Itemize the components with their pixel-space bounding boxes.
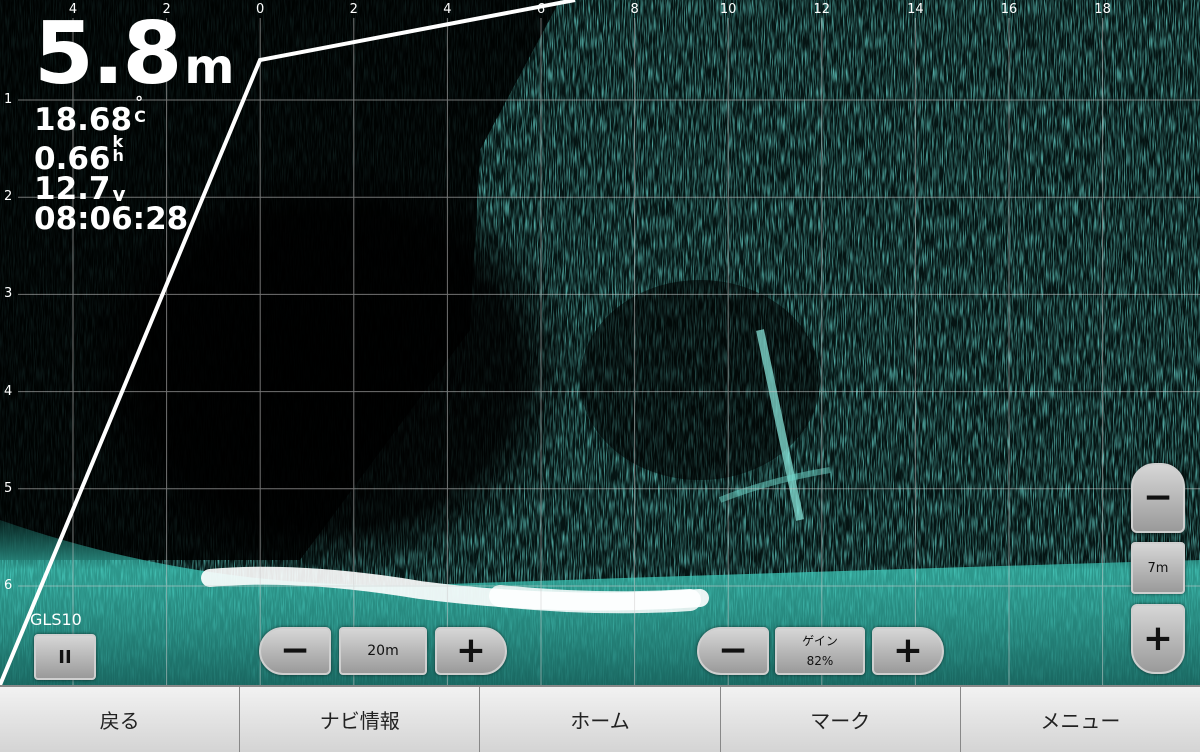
horizontal-tick-label: 10: [719, 2, 737, 17]
readout-panel: 5.8m 18.68 ° C 0.66 k h 12.7 v 08:06:28: [34, 11, 235, 237]
zoom-value: 7m: [1147, 560, 1169, 576]
depth-readout: 5.8m: [34, 11, 235, 97]
voltage-unit: v: [112, 182, 126, 206]
depth-unit: m: [184, 39, 235, 95]
time-readout: 08:06:28: [34, 201, 189, 237]
minus-icon: −: [279, 630, 311, 671]
transducer-source-label: GLS10: [30, 610, 82, 629]
horizontal-tick-label: 14: [907, 2, 924, 17]
horizontal-tick-label: 8: [630, 2, 639, 17]
horizontal-tick-label: 2: [349, 2, 358, 17]
depth-tick-label: 4: [4, 383, 13, 399]
minus-icon: −: [1142, 477, 1174, 518]
plus-icon: +: [892, 630, 924, 671]
range-value: 20m: [367, 643, 399, 659]
temperature-unit: ° C: [134, 93, 146, 126]
menu-button[interactable]: メニュー: [961, 687, 1200, 752]
navi-info-button[interactable]: ナビ情報: [240, 687, 481, 752]
zoom-value-box[interactable]: 7m: [1131, 542, 1185, 594]
depth-tick-label: 3: [4, 286, 13, 302]
horizontal-tick-label: 12: [813, 2, 831, 17]
horizontal-tick-label: 6: [536, 2, 546, 17]
zoom-increase-button[interactable]: +: [1131, 604, 1185, 674]
home-button[interactable]: ホーム: [480, 687, 721, 752]
bottom-nav-bar: 戻る ナビ情報 ホーム マーク メニュー: [0, 685, 1200, 752]
mark-button[interactable]: マーク: [721, 687, 961, 752]
minus-icon: −: [717, 630, 749, 671]
plus-icon: +: [455, 630, 487, 671]
horizontal-tick-label: 16: [1000, 2, 1018, 17]
plus-icon: +: [1142, 618, 1174, 659]
depth-tick-label: 2: [4, 189, 13, 205]
gain-value-box[interactable]: ゲイン 82%: [775, 627, 865, 675]
gain-label: ゲイン: [802, 634, 838, 648]
range-decrease-button[interactable]: −: [259, 627, 331, 675]
gain-increase-button[interactable]: +: [872, 627, 944, 675]
horizontal-tick-label: 18: [1094, 2, 1111, 17]
speed-unit: kh: [112, 132, 124, 165]
back-button[interactable]: 戻る: [0, 687, 241, 752]
range-increase-button[interactable]: +: [435, 627, 507, 675]
pause-button[interactable]: II: [34, 634, 96, 680]
zoom-decrease-button[interactable]: −: [1131, 463, 1185, 533]
voltage-readout: 12.7 v: [34, 174, 234, 206]
depth-tick-label: 6: [4, 578, 13, 593]
gain-value: 82%: [806, 654, 834, 668]
temperature-readout: 18.68 ° C: [34, 93, 234, 136]
depth-tick-label: 1: [4, 92, 13, 107]
speed-readout: 0.66 k h: [34, 132, 234, 175]
horizontal-tick-label: 0: [256, 2, 265, 17]
pause-icon: II: [58, 646, 72, 668]
gain-decrease-button[interactable]: −: [697, 627, 769, 675]
range-value-box[interactable]: 20m: [339, 627, 427, 675]
depth-value: 5.8: [34, 4, 182, 104]
depth-tick-label: 5: [4, 480, 13, 496]
horizontal-tick-label: 4: [443, 2, 452, 17]
